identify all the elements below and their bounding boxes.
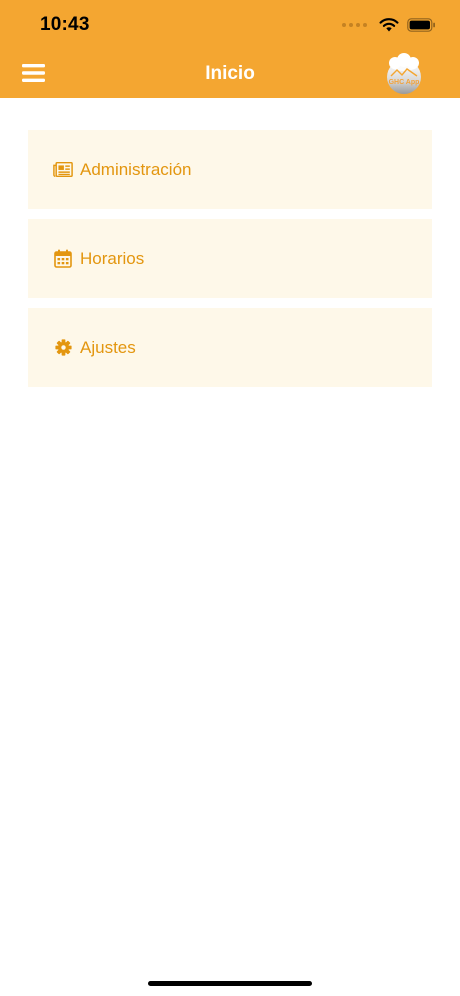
newspaper-icon (53, 160, 73, 180)
menu-item-administracion[interactable]: Administración (28, 130, 432, 209)
menu-item-ajustes[interactable]: Ajustes (28, 308, 432, 387)
menu-item-label: Ajustes (80, 337, 136, 357)
home-indicator[interactable] (148, 981, 312, 986)
menu-item-label: Administración (80, 159, 192, 179)
menu-item-horarios[interactable]: Horarios (28, 219, 432, 298)
status-time: 10:43 (40, 14, 90, 35)
battery-icon (407, 17, 435, 32)
svg-text:GHC App: GHC App (389, 79, 420, 86)
wifi-icon (379, 18, 399, 32)
gear-icon (53, 338, 73, 358)
home-menu-list: Administración Horarios Ajustes (28, 130, 432, 397)
menu-item-label: Horarios (80, 248, 145, 268)
signal-dots-icon (342, 22, 367, 27)
calendar-icon (53, 249, 73, 269)
app-logo: GHC App (382, 52, 426, 96)
app-header: 10:43 Inicio GHC App (0, 0, 460, 98)
status-icons (342, 17, 436, 32)
